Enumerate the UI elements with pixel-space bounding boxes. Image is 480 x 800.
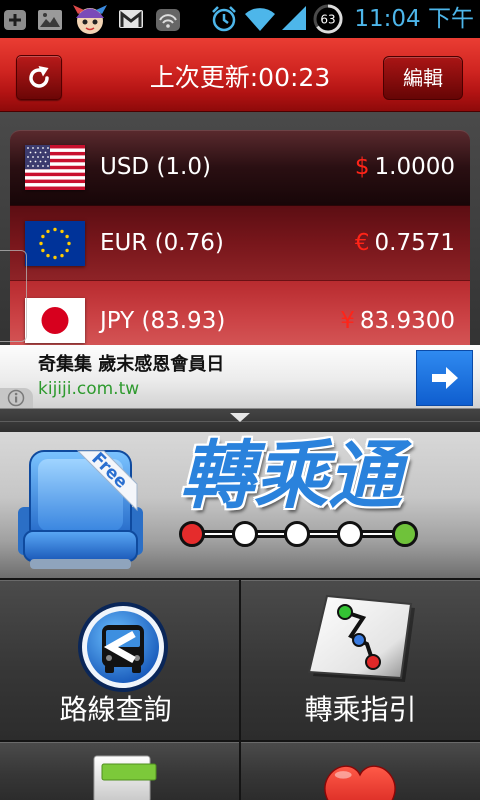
image-icon [38, 10, 62, 30]
screen: 63 11:04 下午 上次更新:00:23 編輯 USD (1.0) $ 1.… [0, 0, 480, 800]
currency-row-jpy[interactable]: JPY (83.93) ¥83.9300 [10, 280, 470, 345]
signal-icon [282, 6, 306, 30]
currency-amount: 0.7571 [374, 230, 455, 256]
app-avatar-icon [73, 5, 107, 34]
bus-route-icon [78, 602, 168, 692]
menu-item-transfer-guide[interactable]: 轉乘指引 [241, 580, 480, 740]
menu-item-label: 路線查詢 [59, 693, 172, 726]
heart-icon [324, 765, 396, 800]
currency-list: USD (1.0) $1.0000 EUR (0.76) €0.7571 JPY… [0, 112, 480, 345]
currency-symbol: $ [354, 154, 370, 180]
alarm-icon [212, 6, 236, 32]
currency-value: €0.7571 [355, 206, 455, 281]
ad-info-button[interactable] [0, 388, 33, 408]
sync-icon [156, 9, 180, 31]
refresh-button[interactable] [16, 55, 62, 100]
edit-button[interactable]: 編輯 [383, 56, 463, 100]
status-time: 11:04 下午 [354, 6, 474, 32]
battery-level: 63 [320, 13, 335, 27]
side-drawer-handle[interactable] [0, 250, 27, 342]
promo-title: 轉乘通 [180, 433, 402, 519]
ad-url: kijiji.com.tw [38, 379, 140, 399]
promo-banner[interactable]: Free 轉乘通 [0, 432, 480, 578]
currency-value: ¥83.9300 [340, 281, 455, 345]
menu-item-route-search[interactable]: 路線查詢 [0, 580, 239, 740]
refresh-icon [29, 66, 49, 88]
currency-row-usd[interactable]: USD (1.0) $1.0000 [10, 130, 470, 205]
currency-symbol: € [354, 230, 370, 256]
plus-icon [4, 10, 26, 30]
gmail-icon [119, 10, 143, 28]
info-icon [7, 389, 25, 407]
ad-banner[interactable]: 奇集集 歲末感恩會員日 kijiji.com.tw [0, 345, 480, 408]
folder-icon [93, 755, 157, 800]
panel-toggle-bar[interactable] [0, 408, 480, 432]
currency-amount: 1.0000 [374, 154, 455, 180]
currency-card: USD (1.0) $1.0000 EUR (0.76) €0.7571 JPY… [10, 130, 470, 345]
currency-amount: 83.9300 [359, 308, 455, 334]
ad-headline: 奇集集 歲末感恩會員日 [38, 354, 225, 375]
currency-label: EUR (0.76) [100, 230, 224, 256]
menu-item-folder[interactable] [0, 742, 239, 800]
eu-flag-icon [25, 221, 85, 266]
jp-flag-icon [25, 298, 85, 343]
page-title: 上次更新:00:23 [149, 63, 331, 92]
transfer-map-icon [307, 594, 415, 682]
metro-line-icon [179, 521, 418, 547]
currency-label: JPY (83.93) [100, 308, 226, 334]
status-bar[interactable]: 63 11:04 下午 [0, 0, 480, 38]
seat-icon: Free [18, 449, 143, 569]
menu-item-label: 轉乘指引 [304, 693, 417, 726]
wifi-icon [245, 8, 275, 32]
currency-label: USD (1.0) [100, 154, 211, 180]
currency-row-eur[interactable]: EUR (0.76) €0.7571 [10, 205, 470, 280]
ad-go-button[interactable] [416, 350, 473, 406]
app-header: 上次更新:00:23 編輯 [0, 38, 480, 112]
us-flag-icon [25, 145, 85, 190]
menu-grid: 路線查詢 轉乘指引 [0, 578, 480, 800]
currency-symbol: ¥ [340, 308, 355, 334]
chevron-down-icon [230, 413, 250, 422]
currency-value: $1.0000 [355, 130, 455, 205]
menu-item-favorites[interactable] [241, 742, 480, 800]
arrow-right-icon [432, 367, 458, 389]
